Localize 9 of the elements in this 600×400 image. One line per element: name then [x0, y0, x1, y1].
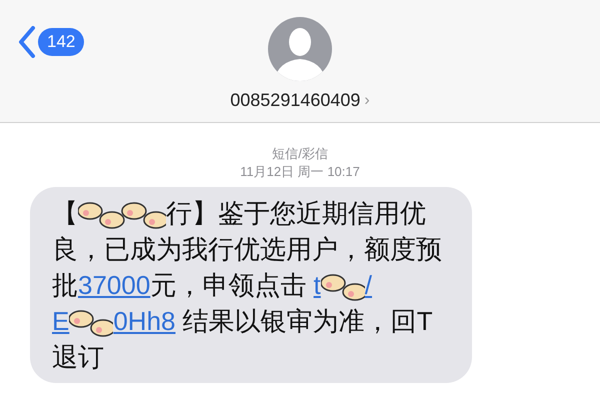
scribble-icon	[320, 272, 365, 302]
scribble-icon	[78, 200, 166, 230]
unread-badge: 142	[38, 28, 84, 56]
contact-number[interactable]: 0085291460409	[230, 87, 360, 114]
service-label: 短信/彩信	[272, 145, 328, 163]
message-timestamp: 11月12日 周一 10:17	[240, 163, 360, 181]
scribble-icon	[69, 308, 114, 338]
message-bubble: 【 行】鉴于您近期信用优良，已成为我行优选用户，额度预批37000元，申领点击 t / E 0Hh8 结果以银审为准，回T退订	[30, 187, 472, 383]
back-icon[interactable]	[18, 26, 36, 58]
